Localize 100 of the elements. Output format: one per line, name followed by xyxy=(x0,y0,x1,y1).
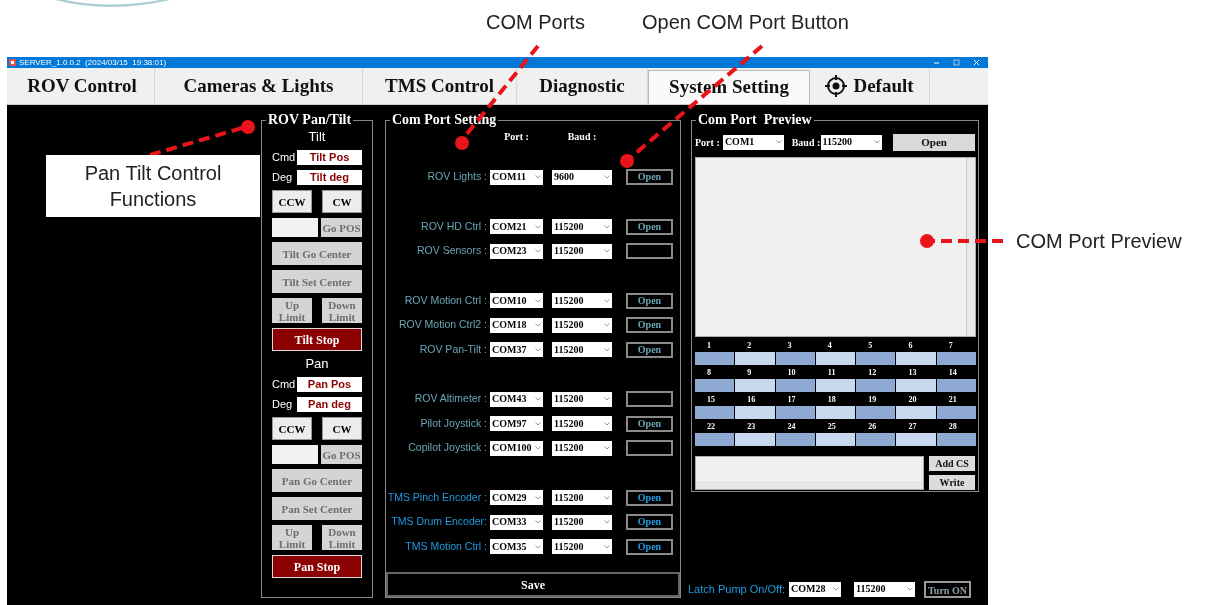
open-button[interactable]: Open xyxy=(626,169,673,186)
dropdown[interactable]: 115200 xyxy=(552,539,612,555)
register-field[interactable] xyxy=(856,352,896,365)
dropdown[interactable]: 115200 xyxy=(552,514,612,530)
register-field[interactable] xyxy=(775,352,815,365)
open-button[interactable]: Open xyxy=(626,415,673,432)
register-label: 8 xyxy=(706,367,712,379)
register-field[interactable] xyxy=(695,433,735,446)
dropdown[interactable]: COM43 xyxy=(490,391,543,407)
input-field[interactable] xyxy=(272,218,318,237)
save-button[interactable]: Save xyxy=(386,572,680,597)
register-field[interactable] xyxy=(936,352,976,365)
dropdown[interactable]: 9600 xyxy=(552,169,612,185)
open-button[interactable]: Open xyxy=(626,489,673,506)
turn-on-button[interactable]: Turn ON xyxy=(924,580,971,598)
button[interactable]: CCW xyxy=(272,417,312,440)
button[interactable]: CW xyxy=(322,190,362,213)
button[interactable] xyxy=(626,391,673,408)
tab[interactable]: System Setting xyxy=(648,70,810,104)
dropdown[interactable]: 115200 xyxy=(552,416,612,432)
register-field[interactable] xyxy=(815,433,856,446)
register-field[interactable] xyxy=(856,379,896,392)
dropdown[interactable]: COM97 xyxy=(490,416,543,432)
open-button[interactable]: Open xyxy=(626,317,673,334)
dropdown[interactable]: 115200 xyxy=(552,243,612,259)
register-field[interactable] xyxy=(815,352,856,365)
write-button[interactable]: Write xyxy=(929,475,975,490)
dropdown[interactable]: COM23 xyxy=(490,243,543,259)
dropdown[interactable]: COM1 xyxy=(722,134,784,150)
register-label: 28 xyxy=(947,421,958,433)
register-field[interactable] xyxy=(815,406,856,419)
register-field[interactable] xyxy=(896,352,936,365)
button[interactable] xyxy=(626,243,673,260)
dropdown[interactable]: 115200 xyxy=(552,293,612,309)
button[interactable]: Tilt Stop xyxy=(272,328,362,351)
dropdown[interactable]: COM33 xyxy=(490,514,543,530)
register-field[interactable] xyxy=(815,379,856,392)
register-field[interactable] xyxy=(896,379,936,392)
add-cs-button[interactable]: Add CS xyxy=(929,456,975,471)
dropdown[interactable]: COM100 xyxy=(490,440,543,456)
register-field[interactable] xyxy=(775,433,815,446)
register-label: 6 xyxy=(907,340,914,352)
register-field[interactable] xyxy=(896,433,936,446)
input-field[interactable] xyxy=(272,445,318,464)
port-label: ROV Motion Ctrl : xyxy=(403,292,487,308)
register-field[interactable] xyxy=(735,379,775,392)
button[interactable]: CCW xyxy=(272,190,312,213)
register-field[interactable] xyxy=(735,352,775,365)
column-header: Port : xyxy=(503,131,530,143)
dropdown[interactable]: 115200 xyxy=(552,490,612,506)
register-field[interactable] xyxy=(936,433,976,446)
dropdown[interactable]: 115200 xyxy=(854,581,915,597)
dropdown[interactable]: COM11 xyxy=(490,169,543,185)
dropdown[interactable]: COM29 xyxy=(490,490,543,506)
open-button[interactable]: Open xyxy=(626,341,673,358)
port-label: TMS Drum Encoder: xyxy=(390,514,487,530)
dropdown[interactable]: 115200 xyxy=(552,317,612,333)
dropdown[interactable]: 115200 xyxy=(552,440,612,456)
register-field[interactable] xyxy=(936,379,976,392)
field-label: Port : xyxy=(695,135,721,150)
register-field[interactable] xyxy=(896,406,936,419)
section-label: Pan xyxy=(304,356,330,372)
button[interactable]: CW xyxy=(322,417,362,440)
open-button[interactable]: Open xyxy=(893,133,975,151)
dropdown[interactable]: 115200 xyxy=(552,342,612,358)
register-field[interactable] xyxy=(775,379,815,392)
port-label: TMS Pinch Encoder : xyxy=(386,489,487,505)
register-label: 3 xyxy=(786,340,793,352)
dropdown[interactable]: COM18 xyxy=(490,317,543,333)
register-field[interactable] xyxy=(735,433,775,446)
port-label: ROV Altimeter : xyxy=(413,391,487,407)
close-icon[interactable] xyxy=(973,59,980,66)
dropdown[interactable]: COM28 xyxy=(789,581,841,597)
dropdown[interactable]: 115200 xyxy=(552,391,612,407)
register-field[interactable] xyxy=(856,433,896,446)
dropdown[interactable]: 115200 xyxy=(820,134,883,150)
scrollbar[interactable] xyxy=(966,158,975,336)
open-button[interactable]: Open xyxy=(626,292,673,309)
register-field[interactable] xyxy=(695,352,735,365)
field-label: Cmd xyxy=(272,152,296,163)
register-field[interactable] xyxy=(936,406,976,419)
register-field[interactable] xyxy=(695,406,735,419)
open-button[interactable]: Open xyxy=(626,218,673,235)
register-field[interactable] xyxy=(735,406,775,419)
register-label: 26 xyxy=(867,421,878,433)
button[interactable] xyxy=(626,440,673,457)
register-label: 2 xyxy=(746,340,753,352)
dropdown[interactable]: COM10 xyxy=(490,293,543,309)
dropdown[interactable]: 115200 xyxy=(552,219,612,235)
scrollbar[interactable] xyxy=(696,482,923,489)
dropdown[interactable]: COM35 xyxy=(490,539,543,555)
button[interactable]: Pan Stop xyxy=(272,555,362,578)
register-field[interactable] xyxy=(856,406,896,419)
register-field[interactable] xyxy=(695,379,735,392)
open-button[interactable]: Open xyxy=(626,538,673,555)
dropdown[interactable]: COM21 xyxy=(490,219,543,235)
port-label: ROV Sensors : xyxy=(415,243,487,259)
open-button[interactable]: Open xyxy=(626,514,673,531)
register-field[interactable] xyxy=(775,406,815,419)
dropdown[interactable]: COM37 xyxy=(490,342,543,358)
